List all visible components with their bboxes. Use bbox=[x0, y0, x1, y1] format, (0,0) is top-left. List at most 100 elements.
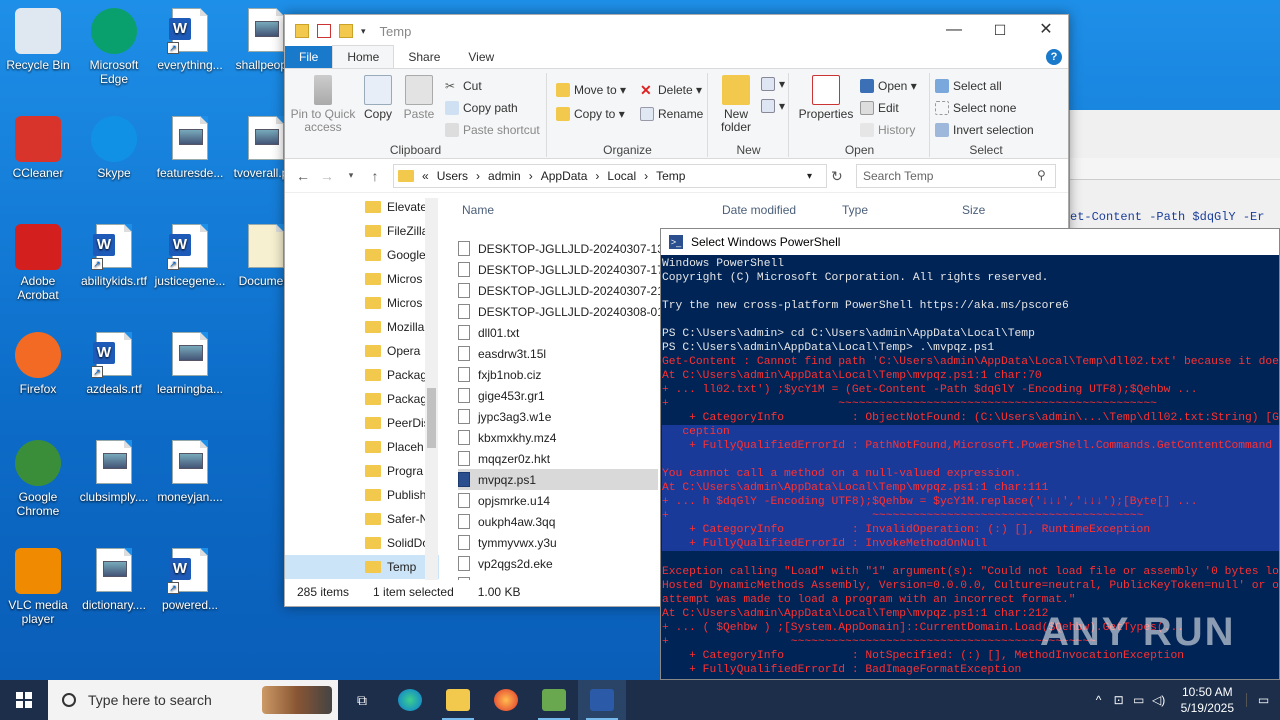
invert-selection-button[interactable]: Invert selection bbox=[935, 123, 1034, 137]
forward-arrow-icon[interactable]: → bbox=[315, 168, 339, 184]
close-button[interactable]: ✕ bbox=[1023, 15, 1069, 47]
file-row[interactable]: DESKTOP-JGLLJLD-20240307-1310 bbox=[458, 238, 677, 259]
nav-scrollbar[interactable] bbox=[425, 198, 438, 580]
file-row[interactable]: jypc3ag3.w1e bbox=[458, 406, 658, 427]
back-arrow-icon[interactable]: ← bbox=[291, 168, 315, 184]
nav-item[interactable]: PeerDis bbox=[285, 411, 439, 435]
desktop-icon[interactable]: W ↗ powered... bbox=[152, 548, 228, 612]
file-row[interactable]: DESKTOP-JGLLJLD-20240307-1710 bbox=[458, 259, 677, 280]
desktop-icon[interactable]: Microsoft Edge bbox=[76, 8, 152, 86]
file-row[interactable]: mvpqz.ps1 bbox=[458, 469, 658, 490]
powershell-taskbar-button[interactable] bbox=[578, 680, 626, 720]
paste-button[interactable]: Paste bbox=[401, 75, 437, 121]
minimize-button[interactable]: — bbox=[931, 15, 977, 47]
volume-icon[interactable]: ◁) bbox=[1149, 693, 1169, 707]
ethernet-icon[interactable]: ▭ bbox=[1129, 693, 1149, 707]
breadcrumb-separator-icon[interactable]: › bbox=[595, 169, 599, 183]
refresh-icon[interactable]: ↻ bbox=[831, 168, 843, 185]
desktop-icon[interactable]: W ↗ azdeals.rtf bbox=[76, 332, 152, 396]
file-row[interactable]: opjsmrke.u14 bbox=[458, 490, 658, 511]
file-row[interactable]: fxjb1nob.ciz bbox=[458, 364, 658, 385]
move-to-button[interactable]: Move to ▾ bbox=[556, 83, 626, 97]
easy-access-button[interactable]: ▾ bbox=[761, 99, 785, 113]
desktop-icon[interactable]: Google Chrome bbox=[0, 440, 76, 518]
clock[interactable]: 10:50 AM 5/19/2025 bbox=[1181, 684, 1234, 716]
new-folder-button[interactable]: New folder bbox=[715, 75, 757, 134]
select-none-button[interactable]: Select none bbox=[935, 101, 1016, 115]
tab-view[interactable]: View bbox=[454, 46, 508, 68]
nav-item[interactable]: Safer-N bbox=[285, 507, 439, 531]
paste-shortcut-button[interactable]: Paste shortcut bbox=[445, 123, 540, 137]
tab-file[interactable]: File bbox=[285, 46, 333, 68]
nav-item[interactable]: Publish bbox=[285, 483, 439, 507]
copy-button[interactable]: Copy bbox=[361, 75, 395, 121]
nav-item[interactable]: Packag bbox=[285, 363, 439, 387]
pin-quick-access-button[interactable]: Pin to Quick access bbox=[289, 75, 357, 134]
breadcrumb-item[interactable]: « bbox=[422, 169, 429, 183]
file-row[interactable]: kbxmxkhy.mz4 bbox=[458, 427, 658, 448]
breadcrumb-separator-icon[interactable]: › bbox=[476, 169, 480, 183]
file-row[interactable]: DESKTOP-JGLLJLD-20240308-0110 bbox=[458, 301, 676, 322]
powershell-titlebar[interactable]: >_ Select Windows PowerShell bbox=[661, 229, 1279, 255]
start-button[interactable] bbox=[0, 680, 48, 720]
nav-item[interactable]: Temp bbox=[285, 555, 439, 579]
tab-share[interactable]: Share bbox=[394, 46, 454, 68]
breadcrumb-item[interactable]: Users bbox=[437, 169, 468, 183]
desktop-icon[interactable]: moneyjan.... bbox=[152, 440, 228, 504]
file-row[interactable]: vp2qgs2d.eke bbox=[458, 553, 658, 574]
up-arrow-icon[interactable]: ↑ bbox=[363, 168, 387, 184]
breadcrumb-separator-icon[interactable]: › bbox=[644, 169, 648, 183]
explorer-taskbar-button[interactable] bbox=[434, 680, 482, 720]
desktop-icon[interactable]: featuresde... bbox=[152, 116, 228, 180]
nav-item[interactable]: FileZilla bbox=[285, 219, 439, 243]
address-dropdown-icon[interactable]: ▾ bbox=[807, 171, 812, 182]
nav-item[interactable]: Micros bbox=[285, 267, 439, 291]
desktop-icon[interactable]: W ↗ justicegene... bbox=[152, 224, 228, 288]
desktop-icon[interactable]: learningba... bbox=[152, 332, 228, 396]
column-name[interactable]: Name bbox=[462, 203, 494, 217]
network-icon[interactable]: ⊡ bbox=[1109, 693, 1129, 707]
copy-to-button[interactable]: Copy to ▾ bbox=[556, 107, 625, 121]
column-date-modified[interactable]: Date modified bbox=[722, 203, 796, 217]
history-button[interactable]: History bbox=[860, 123, 915, 137]
nav-item[interactable]: Opera bbox=[285, 339, 439, 363]
breadcrumb-item[interactable]: Local bbox=[607, 169, 636, 183]
nav-item[interactable]: Packag bbox=[285, 387, 439, 411]
file-row[interactable]: easdrw3t.15l bbox=[458, 343, 658, 364]
notifications-icon[interactable]: ▭ bbox=[1246, 693, 1280, 707]
nav-item[interactable]: SolidDo bbox=[285, 531, 439, 555]
column-type[interactable]: Type bbox=[842, 203, 868, 217]
file-row[interactable]: dll01.txt bbox=[458, 322, 658, 343]
task-view-button[interactable]: ⧉ bbox=[338, 680, 386, 720]
desktop-icon[interactable]: W ↗ everything... bbox=[152, 8, 228, 72]
cut-button[interactable]: ✂ Cut bbox=[445, 79, 482, 93]
desktop-icon[interactable]: Adobe Acrobat bbox=[0, 224, 76, 302]
desktop-icon[interactable]: CCleaner bbox=[0, 116, 76, 180]
breadcrumb-separator-icon[interactable]: › bbox=[529, 169, 533, 183]
chevron-up-icon[interactable]: ^ bbox=[1089, 693, 1109, 707]
help-icon[interactable]: ? bbox=[1046, 49, 1062, 65]
desktop-icon[interactable]: Skype bbox=[76, 116, 152, 180]
file-row[interactable]: gige453r.gr1 bbox=[458, 385, 658, 406]
nav-item[interactable]: Mozilla bbox=[285, 315, 439, 339]
file-row[interactable]: DESKTOP-JGLLJLD-20240307-2110 bbox=[458, 280, 676, 301]
edit-button[interactable]: Edit bbox=[860, 101, 899, 115]
desktop-icon[interactable]: Recycle Bin bbox=[0, 8, 76, 72]
nav-item[interactable]: Elevate bbox=[285, 195, 439, 219]
breadcrumb-item[interactable]: admin bbox=[488, 169, 521, 183]
breadcrumb-item[interactable]: Temp bbox=[656, 169, 685, 183]
file-row[interactable]: tymmyvwx.y3u bbox=[458, 532, 658, 553]
qa-dropdown-icon[interactable]: ▾ bbox=[361, 26, 366, 37]
nav-item[interactable]: Google bbox=[285, 243, 439, 267]
select-all-button[interactable]: Select all bbox=[935, 79, 1002, 93]
explorer-titlebar[interactable]: ▾ Temp — ☐ ✕ bbox=[285, 15, 1068, 47]
address-bar[interactable]: « Users › admin › AppData › Local › Temp ▾ bbox=[393, 164, 827, 188]
desktop-icon[interactable]: clubsimply.... bbox=[76, 440, 152, 504]
firefox-taskbar-button[interactable] bbox=[482, 680, 530, 720]
open-button[interactable]: Open ▾ bbox=[860, 79, 917, 93]
properties-button[interactable]: Properties bbox=[798, 75, 854, 121]
copy-path-button[interactable]: Copy path bbox=[445, 101, 518, 115]
desktop-icon[interactable]: W ↗ abilitykids.rtf bbox=[76, 224, 152, 288]
recent-locations-icon[interactable]: ▾ bbox=[339, 170, 363, 181]
nav-item[interactable]: Placeh bbox=[285, 435, 439, 459]
